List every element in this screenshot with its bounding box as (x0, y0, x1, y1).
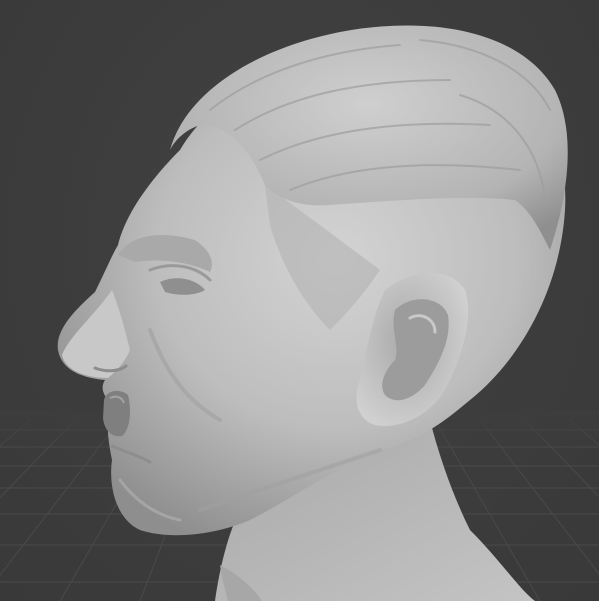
3d-viewport[interactable] (0, 0, 599, 601)
sculpt-model[interactable] (57, 25, 568, 601)
model-mustache (103, 390, 130, 437)
viewport-canvas[interactable] (0, 0, 599, 601)
